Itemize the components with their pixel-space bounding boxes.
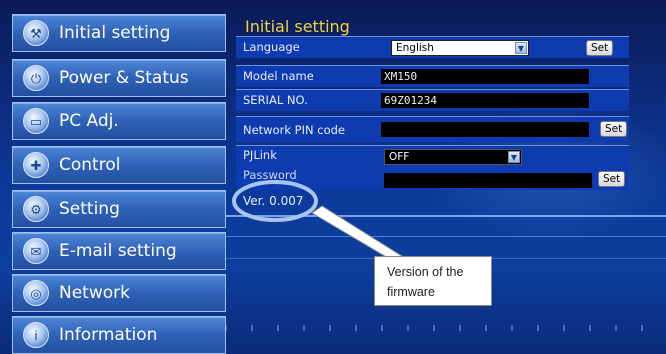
network-icon: ◎	[23, 280, 49, 306]
pjlink-select[interactable]: OFF ▼	[384, 149, 522, 165]
sidebar-item-pc-adj[interactable]: ▭ PC Adj.	[12, 102, 226, 140]
sidebar-item-label: Power & Status	[59, 68, 189, 88]
serial-no-row: SERIAL NO. 69Z01234	[236, 89, 629, 111]
password-set-button[interactable]: Set	[598, 171, 626, 187]
callout-line-2: firmware	[387, 285, 435, 299]
sidebar-item-label: PC Adj.	[59, 111, 119, 131]
model-name-label: Model name	[243, 69, 314, 83]
sidebar-item-label: Information	[59, 325, 158, 345]
pjlink-row: PJLink OFF ▼ Password Set	[236, 145, 629, 190]
language-set-button[interactable]: Set	[586, 40, 614, 56]
model-name-row: Model name XM150	[236, 65, 629, 87]
mail-icon: ✉	[23, 238, 49, 264]
pjlink-label: PJLink	[243, 148, 277, 162]
serial-no-value: 69Z01234	[381, 93, 589, 108]
background-light-beam	[225, 236, 666, 237]
info-icon: i	[23, 322, 49, 348]
sidebar-item-label: Initial setting	[59, 23, 171, 43]
sidebar-item-initial-setting[interactable]: ⚒ Initial setting	[12, 14, 226, 52]
background-tick-row	[225, 325, 666, 331]
page-title: Initial setting	[245, 17, 350, 36]
language-select-value: English	[396, 42, 434, 54]
tools-icon: ⚒	[23, 20, 49, 46]
network-pin-input[interactable]	[381, 122, 589, 137]
power-icon: ⏻	[23, 65, 49, 91]
sidebar-item-label: E-mail setting	[59, 241, 177, 261]
sidebar-item-power-status[interactable]: ⏻ Power & Status	[12, 59, 226, 97]
chevron-down-icon[interactable]: ▼	[508, 151, 520, 163]
sidebar-item-setting[interactable]: ⚙ Setting	[12, 190, 226, 228]
sidebar-item-information[interactable]: i Information	[12, 316, 226, 354]
pjlink-select-value: OFF	[389, 151, 410, 163]
sidebar-item-label: Control	[59, 155, 121, 175]
password-label: Password	[243, 168, 297, 182]
callout-box: Version of the firmware	[374, 256, 492, 306]
language-select[interactable]: English ▼	[391, 40, 529, 56]
network-pin-row: Network PIN code Set	[236, 116, 629, 142]
control-icon: ✚	[23, 152, 49, 178]
background-light-beam	[225, 215, 666, 217]
firmware-version-text: Ver. 0.007	[243, 194, 304, 208]
sidebar-item-control[interactable]: ✚ Control	[12, 146, 226, 184]
wrench-icon: ⚙	[23, 196, 49, 222]
callout-pointer	[311, 205, 407, 259]
network-pin-set-button[interactable]: Set	[600, 121, 628, 137]
callout-text: Version of the firmware	[387, 262, 487, 302]
callout-line-1: Version of the	[387, 265, 464, 279]
network-pin-label: Network PIN code	[243, 123, 345, 137]
monitor-icon: ▭	[23, 108, 49, 134]
chevron-down-icon[interactable]: ▼	[515, 42, 527, 54]
sidebar-nav: ⚒ Initial setting ⏻ Power & Status ▭ PC …	[12, 14, 226, 354]
sidebar-item-email-setting[interactable]: ✉ E-mail setting	[12, 232, 226, 270]
password-input[interactable]	[384, 173, 592, 188]
sidebar-item-label: Network	[59, 283, 130, 303]
serial-no-label: SERIAL NO.	[243, 93, 308, 107]
web-control-screen: ⚒ Initial setting ⏻ Power & Status ▭ PC …	[0, 0, 666, 354]
language-label: Language	[243, 40, 300, 54]
model-name-value: XM150	[381, 69, 589, 84]
language-row: Language English ▼ Set	[236, 36, 629, 58]
sidebar-item-network[interactable]: ◎ Network	[12, 274, 226, 312]
sidebar-item-label: Setting	[59, 199, 120, 219]
